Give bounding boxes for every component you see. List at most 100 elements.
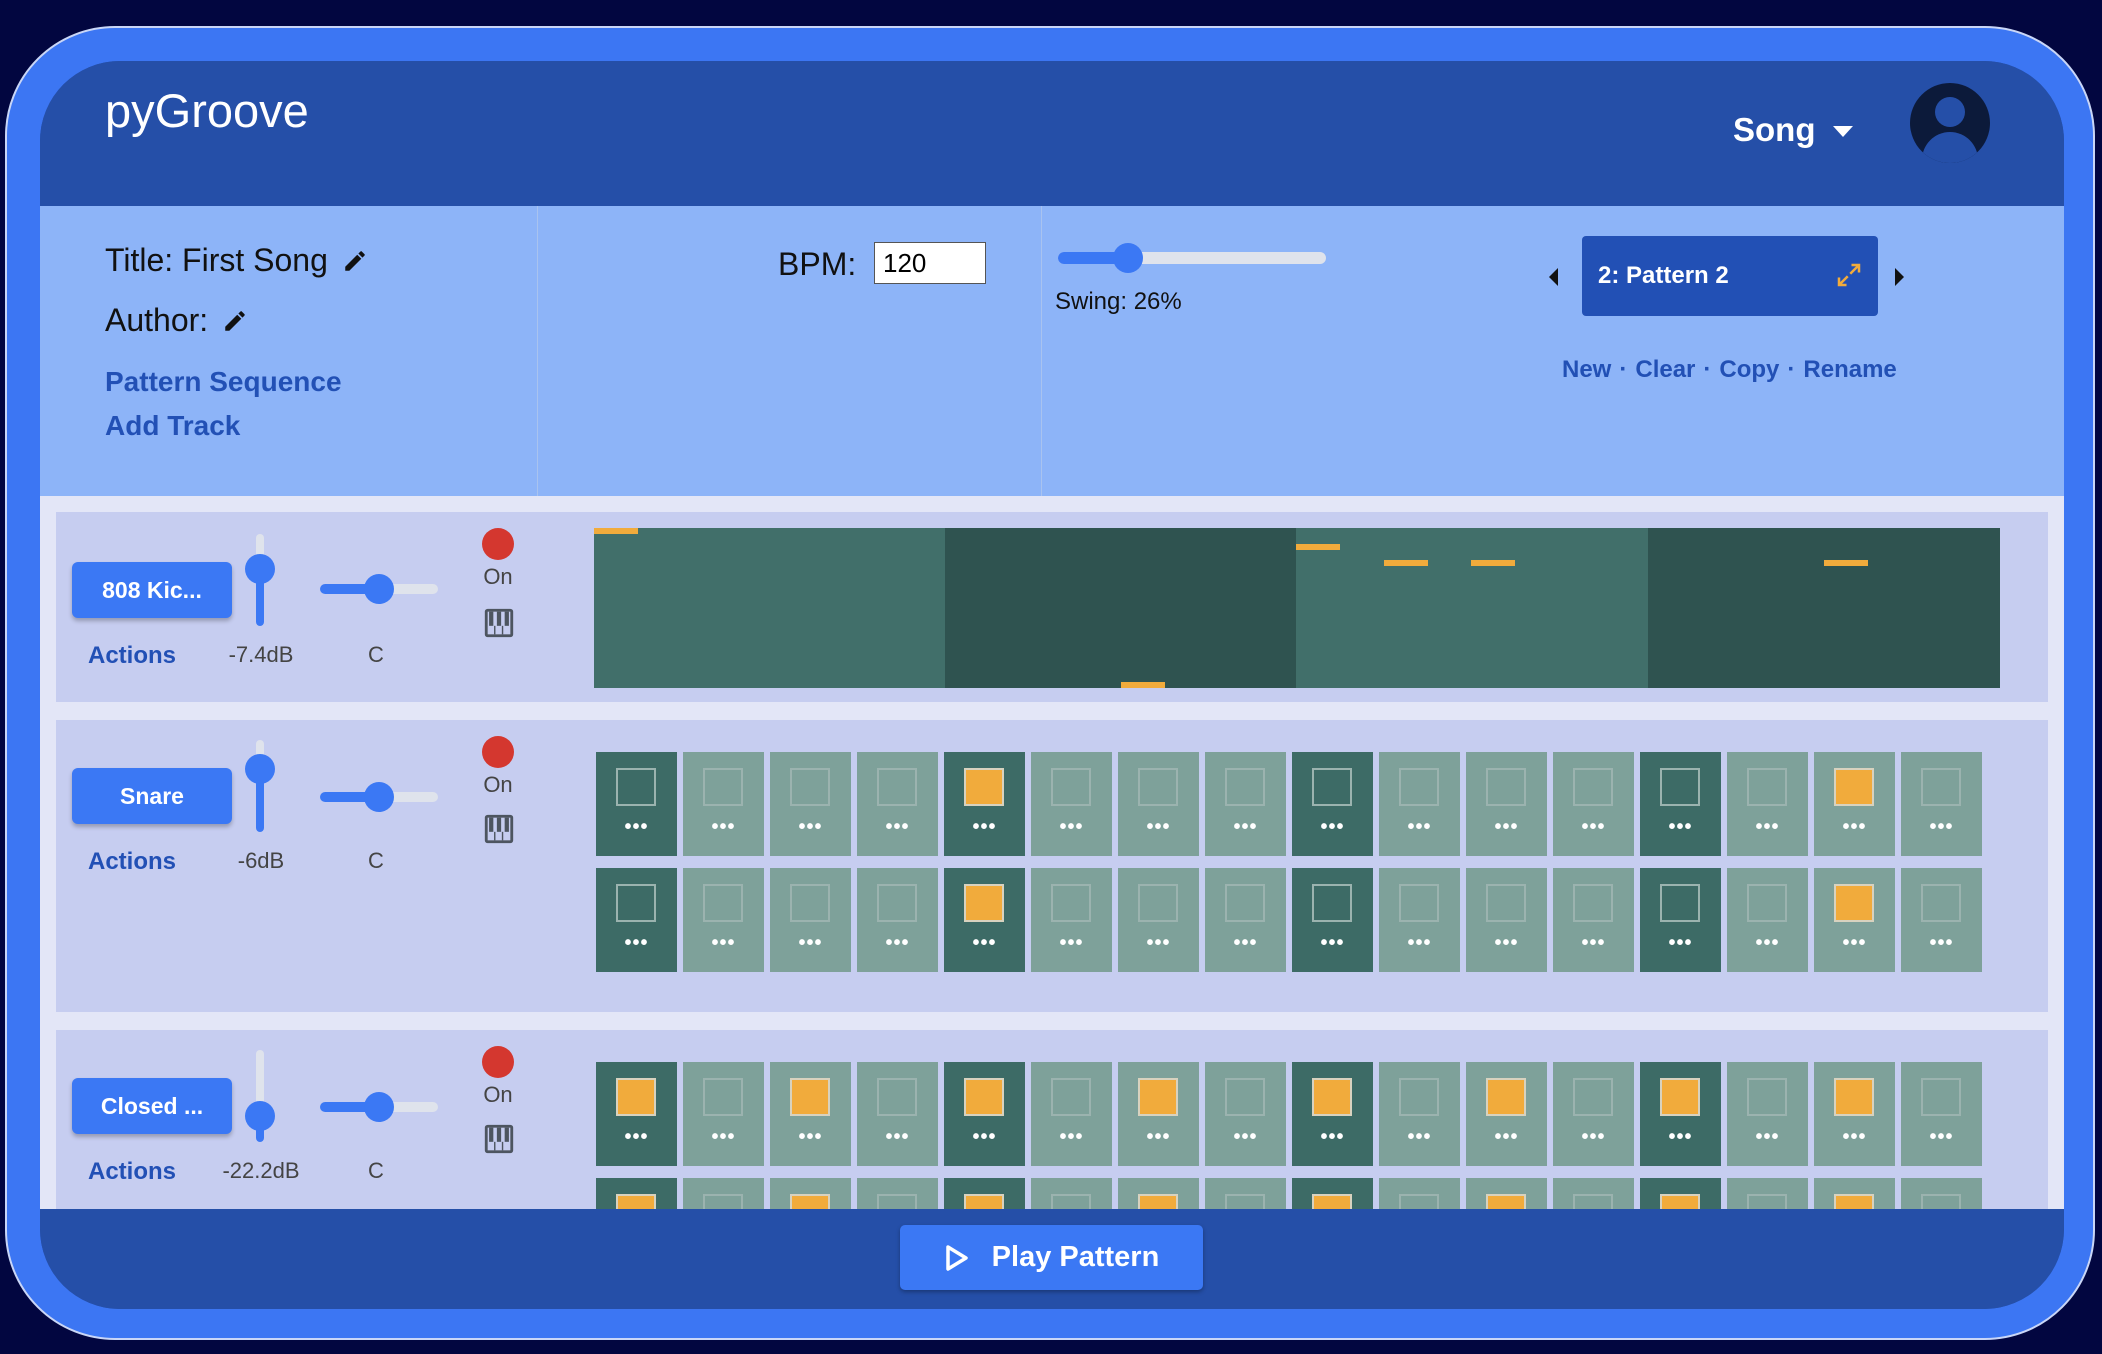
step-cell[interactable]: ••• — [596, 752, 677, 856]
step-toggle[interactable] — [1921, 768, 1961, 806]
step-toggle[interactable] — [1747, 768, 1787, 806]
step-cell[interactable]: ••• — [1031, 1062, 1112, 1166]
piano-roll-note[interactable] — [1384, 560, 1428, 566]
previous-pattern-arrow-icon[interactable] — [1549, 268, 1558, 286]
step-options-icon[interactable]: ••• — [1031, 816, 1112, 839]
step-toggle[interactable] — [1747, 1078, 1787, 1116]
step-cell[interactable]: ••• — [1640, 868, 1721, 972]
play-pattern-button[interactable]: Play Pattern — [900, 1225, 1203, 1290]
step-options-icon[interactable]: ••• — [1553, 816, 1634, 839]
step-toggle[interactable] — [1747, 1194, 1787, 1209]
copy-pattern-link[interactable]: Copy — [1719, 356, 1779, 384]
step-toggle[interactable] — [1312, 884, 1352, 922]
step-options-icon[interactable]: ••• — [1292, 1126, 1373, 1149]
step-cell[interactable]: ••• — [1118, 868, 1199, 972]
pan-slider-thumb[interactable] — [364, 782, 394, 812]
step-cell[interactable]: ••• — [1466, 1178, 1547, 1209]
step-toggle[interactable] — [616, 1194, 656, 1209]
step-toggle[interactable] — [1138, 1194, 1178, 1209]
track-name-button[interactable]: Closed ... — [72, 1078, 232, 1134]
edit-title-pencil-icon[interactable] — [342, 248, 368, 274]
step-toggle[interactable] — [1138, 768, 1178, 806]
step-cell[interactable]: ••• — [1379, 1178, 1460, 1209]
step-toggle[interactable] — [1051, 1078, 1091, 1116]
step-cell[interactable]: ••• — [1031, 868, 1112, 972]
step-cell[interactable]: ••• — [1031, 752, 1112, 856]
step-toggle[interactable] — [1834, 1194, 1874, 1209]
track-name-button[interactable]: 808 Kic... — [72, 562, 232, 618]
step-toggle[interactable] — [616, 768, 656, 806]
volume-slider[interactable] — [245, 534, 275, 626]
step-toggle[interactable] — [1660, 1194, 1700, 1209]
step-options-icon[interactable]: ••• — [1901, 816, 1982, 839]
step-cell[interactable]: ••• — [1727, 752, 1808, 856]
step-options-icon[interactable]: ••• — [1553, 932, 1634, 955]
step-toggle[interactable] — [1225, 884, 1265, 922]
step-options-icon[interactable]: ••• — [1727, 932, 1808, 955]
step-cell[interactable]: ••• — [1553, 1178, 1634, 1209]
step-options-icon[interactable]: ••• — [857, 1126, 938, 1149]
step-cell[interactable]: ••• — [1814, 1062, 1895, 1166]
step-cell[interactable]: ••• — [683, 1178, 764, 1209]
step-toggle[interactable] — [1312, 768, 1352, 806]
piano-roll-note[interactable] — [594, 528, 638, 534]
step-toggle[interactable] — [790, 1194, 830, 1209]
step-toggle[interactable] — [1225, 1078, 1265, 1116]
step-options-icon[interactable]: ••• — [944, 1126, 1025, 1149]
track-actions-link[interactable]: Actions — [88, 1158, 176, 1186]
step-cell[interactable]: ••• — [1814, 1178, 1895, 1209]
step-options-icon[interactable]: ••• — [1727, 1126, 1808, 1149]
step-cell[interactable]: ••• — [944, 1178, 1025, 1209]
step-options-icon[interactable]: ••• — [1814, 932, 1895, 955]
step-toggle[interactable] — [877, 1078, 917, 1116]
step-toggle[interactable] — [1834, 1078, 1874, 1116]
step-options-icon[interactable]: ••• — [1901, 1126, 1982, 1149]
step-options-icon[interactable]: ••• — [944, 816, 1025, 839]
piano-keyboard-icon[interactable] — [482, 606, 516, 640]
step-cell[interactable]: ••• — [1553, 752, 1634, 856]
step-toggle[interactable] — [1486, 1078, 1526, 1116]
add-track-link[interactable]: Add Track — [105, 410, 240, 442]
step-options-icon[interactable]: ••• — [1466, 932, 1547, 955]
step-toggle[interactable] — [1051, 768, 1091, 806]
step-cell[interactable]: ••• — [1466, 868, 1547, 972]
step-options-icon[interactable]: ••• — [857, 932, 938, 955]
step-cell[interactable]: ••• — [1292, 752, 1373, 856]
step-toggle[interactable] — [964, 768, 1004, 806]
step-toggle[interactable] — [1834, 884, 1874, 922]
step-cell[interactable]: ••• — [857, 1062, 938, 1166]
step-cell[interactable]: ••• — [1031, 1178, 1112, 1209]
step-cell[interactable]: ••• — [1205, 752, 1286, 856]
step-toggle[interactable] — [1399, 884, 1439, 922]
step-toggle[interactable] — [1051, 884, 1091, 922]
step-toggle[interactable] — [1660, 1078, 1700, 1116]
step-cell[interactable]: ••• — [1205, 868, 1286, 972]
step-toggle[interactable] — [1921, 884, 1961, 922]
pan-slider[interactable] — [320, 1092, 438, 1122]
track-name-button[interactable]: Snare — [72, 768, 232, 824]
step-options-icon[interactable]: ••• — [1640, 816, 1721, 839]
step-options-icon[interactable]: ••• — [683, 816, 764, 839]
step-toggle[interactable] — [1486, 768, 1526, 806]
step-options-icon[interactable]: ••• — [1205, 932, 1286, 955]
step-options-icon[interactable]: ••• — [770, 1126, 851, 1149]
step-options-icon[interactable]: ••• — [944, 932, 1025, 955]
step-options-icon[interactable]: ••• — [596, 932, 677, 955]
step-toggle[interactable] — [1312, 1078, 1352, 1116]
step-cell[interactable]: ••• — [1292, 1178, 1373, 1209]
step-toggle[interactable] — [1399, 768, 1439, 806]
step-cell[interactable]: ••• — [683, 868, 764, 972]
piano-keyboard-icon[interactable] — [482, 812, 516, 846]
step-cell[interactable]: ••• — [596, 1178, 677, 1209]
step-options-icon[interactable]: ••• — [1379, 816, 1460, 839]
step-cell[interactable]: ••• — [770, 752, 851, 856]
step-options-icon[interactable]: ••• — [1814, 1126, 1895, 1149]
step-toggle[interactable] — [1660, 768, 1700, 806]
piano-roll-note[interactable] — [1121, 682, 1165, 688]
step-options-icon[interactable]: ••• — [1292, 816, 1373, 839]
record-icon[interactable] — [482, 528, 514, 560]
volume-slider[interactable] — [245, 1050, 275, 1142]
edit-author-pencil-icon[interactable] — [222, 308, 248, 334]
pan-slider-thumb[interactable] — [364, 574, 394, 604]
volume-slider-thumb[interactable] — [245, 754, 275, 785]
